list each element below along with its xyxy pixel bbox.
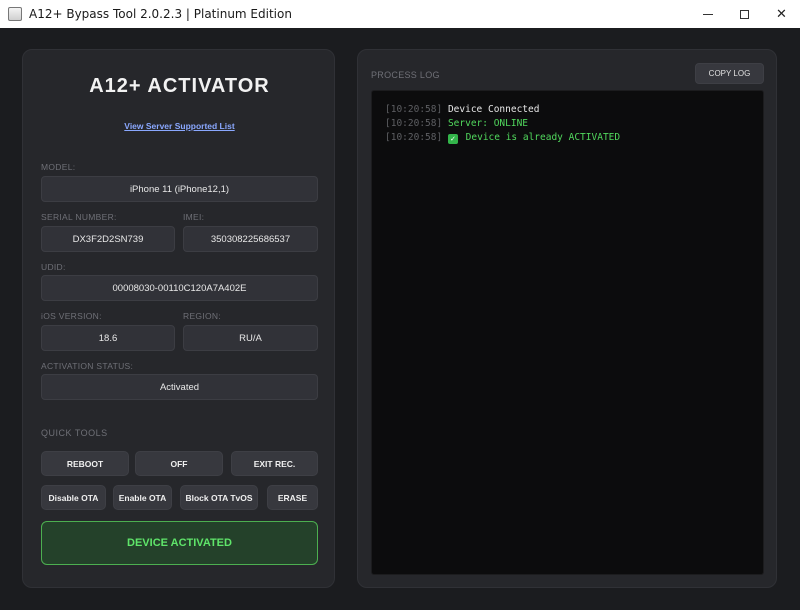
maximize-icon (740, 9, 749, 19)
log-timestamp: [10:20:58] (385, 132, 443, 143)
close-button[interactable]: ✕ (763, 0, 800, 28)
page-title: A12+ ACTIVATOR (89, 75, 270, 97)
imei-field: 350308225686537 (183, 226, 318, 252)
udid-label: UDID: (41, 262, 66, 272)
imei-label: IMEI: (183, 212, 205, 222)
serial-label: SERIAL NUMBER: (41, 212, 117, 222)
check-icon: ✓ (447, 134, 458, 144)
udid-field: 00008030-00110C120A7A402E (41, 275, 318, 301)
log-timestamp: [10:20:58] (385, 118, 443, 129)
log-message: Device is already ACTIVATED (465, 132, 621, 143)
disable-ota-button[interactable]: Disable OTA (41, 485, 106, 510)
ios-version-field: 18.6 (41, 325, 175, 351)
device-info-panel: A12+ ACTIVATOR View Server Supported Lis… (22, 49, 335, 588)
title-bar: A12+ Bypass Tool 2.0.2.3 | Platinum Edit… (0, 0, 800, 28)
off-button[interactable]: OFF (135, 451, 223, 476)
log-line: [10:20:58] Server: ONLINE (385, 117, 750, 131)
block-ota-tvos-button[interactable]: Block OTA TvOS (180, 485, 258, 510)
erase-button[interactable]: ERASE (267, 485, 318, 510)
model-label: MODEL: (41, 162, 76, 172)
copy-log-button[interactable]: COPY LOG (695, 63, 764, 84)
process-log-title: PROCESS LOG (371, 70, 440, 80)
window-title: A12+ Bypass Tool 2.0.2.3 | Platinum Edit… (29, 7, 292, 21)
region-field: RU/A (183, 325, 318, 351)
quick-tools-label: QUICK TOOLS (41, 428, 108, 438)
reboot-button[interactable]: REBOOT (41, 451, 129, 476)
log-line: [10:20:58] Device Connected (385, 103, 750, 117)
log-message: Device Connected (447, 104, 540, 115)
serial-field: DX3F2D2SN739 (41, 226, 175, 252)
minimize-icon (702, 13, 713, 15)
server-supported-list-link[interactable]: View Server Supported List (23, 121, 336, 131)
exit-recovery-button[interactable]: EXIT REC. (231, 451, 318, 476)
process-log-panel: PROCESS LOG COPY LOG [10:20:58] Device C… (357, 49, 777, 588)
close-icon: ✕ (776, 6, 787, 22)
minimize-button[interactable] (689, 0, 726, 28)
region-label: REGION: (183, 311, 221, 321)
enable-ota-button[interactable]: Enable OTA (113, 485, 172, 510)
app-icon (8, 7, 22, 21)
log-timestamp: [10:20:58] (385, 104, 443, 115)
activation-status-field: Activated (41, 374, 318, 400)
log-line: [10:20:58] ✓ Device is already ACTIVATED (385, 131, 750, 145)
window-controls: ✕ (689, 0, 800, 28)
log-message: Server: ONLINE (447, 118, 529, 129)
device-activated-button[interactable]: DEVICE ACTIVATED (41, 521, 318, 565)
maximize-button[interactable] (726, 0, 763, 28)
ios-version-label: iOS VERSION: (41, 311, 102, 321)
model-field: iPhone 11 (iPhone12,1) (41, 176, 318, 202)
log-output[interactable]: [10:20:58] Device Connected [10:20:58] S… (371, 90, 764, 575)
activation-status-label: ACTIVATION STATUS: (41, 361, 134, 371)
